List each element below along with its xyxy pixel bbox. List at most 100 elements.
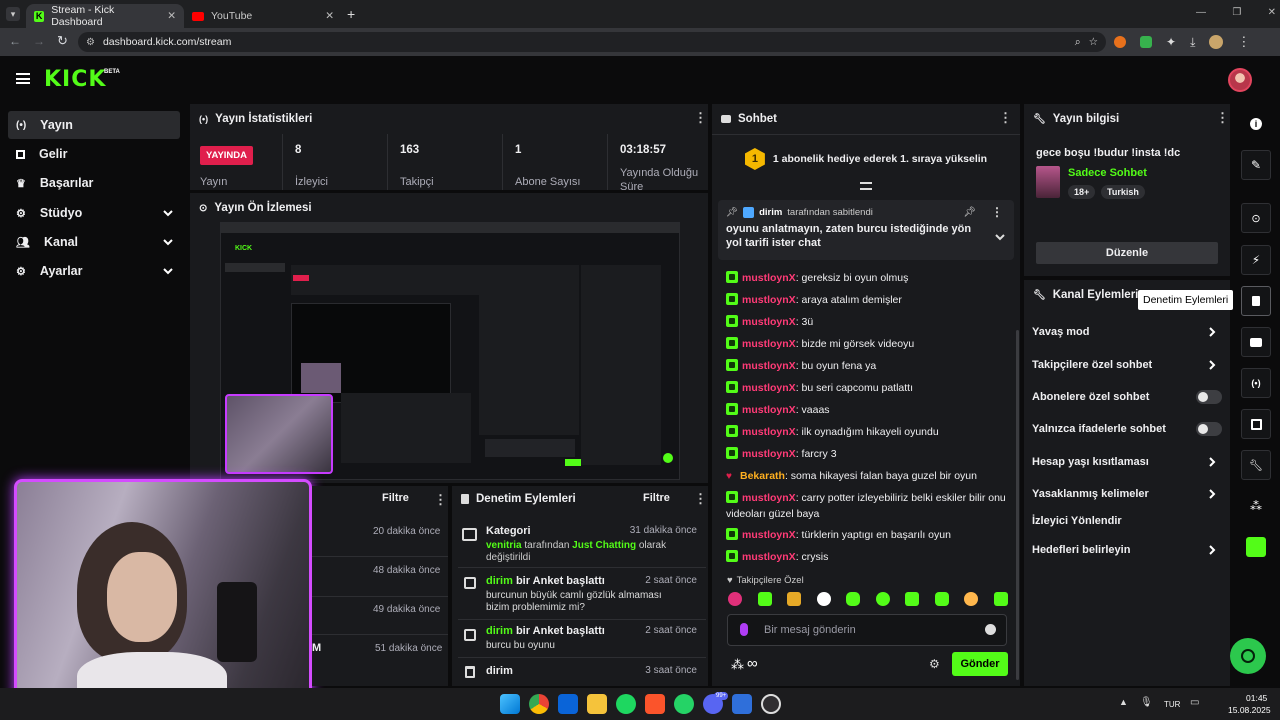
tab-list-button[interactable]: ▾ (6, 7, 20, 21)
emotes-only-toggle[interactable] (1196, 422, 1222, 436)
chat-message[interactable]: mustloynX: 3ü (726, 314, 1006, 330)
chat-input[interactable]: Bir mesaj gönderin (727, 614, 1007, 646)
chat-message[interactable]: mustloynX: carry potter izleyebiliriz be… (726, 490, 1006, 522)
sidebar-item-kanal[interactable]: 👥︎ Kanal (8, 228, 180, 256)
sidebar-item-basarilar[interactable]: ♛ Başarılar (8, 169, 180, 197)
chat-username[interactable]: mustloynX (742, 426, 796, 438)
back-icon[interactable]: ← (9, 34, 21, 48)
taskbar-time[interactable]: 01:45 (1246, 693, 1267, 703)
category-name[interactable]: Sadece Sohbet (1068, 167, 1147, 179)
chat-message[interactable]: ♥ Bekarath: soma hikayesi falan baya guze… (726, 468, 1006, 484)
chat-username[interactable]: mustloynX (742, 551, 796, 563)
channel-action-goals[interactable]: Hedefleri belirleyin (1032, 539, 1222, 561)
emote-icon[interactable] (993, 592, 1008, 606)
new-tab-button[interactable]: + (347, 6, 355, 22)
channel-action-banned-words[interactable]: Yasaklanmış kelimeler (1032, 483, 1222, 505)
extension-orange-icon[interactable] (1114, 36, 1126, 48)
bookmark-star-icon[interactable]: ☆ (1089, 36, 1098, 48)
profile-avatar-icon[interactable] (1209, 35, 1224, 49)
chat-username[interactable]: mustloynX (742, 404, 796, 416)
file-explorer-icon[interactable] (587, 694, 607, 714)
outlook-icon[interactable] (558, 694, 578, 714)
chat-settings-icon[interactable]: ⚙ (929, 657, 940, 671)
category-game-icon[interactable] (1241, 532, 1271, 562)
emote-icon[interactable] (816, 592, 831, 606)
maximize-icon[interactable]: ❐ (1232, 7, 1241, 18)
chat-username[interactable]: mustloynX (742, 294, 796, 306)
moderation-item[interactable]: dirim bir Anket başlattı 2 saat önce bur… (486, 625, 702, 652)
chat-username[interactable]: mustloynX (742, 382, 796, 394)
channel-action-subscribers-only[interactable]: Abonelere özel sohbet (1032, 386, 1222, 408)
more-options-icon[interactable]: ⋮ (991, 205, 1003, 219)
taskbar-date[interactable]: 15.08.2025 (1228, 705, 1271, 715)
emote-quick-bar[interactable] (728, 592, 1008, 608)
chevron-down-icon[interactable] (994, 231, 1006, 243)
emote-icon[interactable] (934, 592, 949, 606)
close-window-icon[interactable]: ✕ (1268, 7, 1276, 18)
minimize-icon[interactable]: — (1196, 7, 1206, 18)
chrome-menu-icon[interactable]: ⋮ (1237, 34, 1250, 50)
filter-button[interactable]: Filtre (382, 492, 409, 504)
close-icon[interactable]: ✕ (325, 10, 334, 22)
chat-username[interactable]: mustloynX (742, 272, 796, 284)
chat-message[interactable]: mustloynX: türklerin yaptıgı en başarılı… (726, 527, 1006, 543)
channel-action-slow-mode[interactable]: Yavaş mod (1032, 321, 1222, 343)
chat-message[interactable]: mustloynX: bu oyun fena ya (726, 358, 1006, 374)
channel-action-followers-only[interactable]: Takipçilere özel sohbet (1032, 354, 1222, 376)
chat-message[interactable]: mustloynX: vaaas (726, 402, 1006, 418)
chat-bubble-icon[interactable] (1241, 327, 1271, 357)
unpin-icon[interactable]: 📌︎ (963, 207, 976, 218)
emoji-picker-icon[interactable] (985, 624, 996, 635)
browser-tab-youtube[interactable]: YouTube ✕ (184, 4, 342, 28)
chat-username[interactable]: mustloynX (742, 316, 796, 328)
emote-icon[interactable] (757, 592, 772, 606)
channel-action-account-age[interactable]: Hesap yaşı kısıtlaması (1032, 451, 1222, 473)
emote-icon[interactable] (964, 592, 979, 606)
chat-username[interactable]: mustloynX (742, 360, 796, 372)
chat-message[interactable]: mustloynX: gereksiz bi oyun olmuş (726, 270, 1006, 286)
network-status-icon[interactable]: ▭ (1190, 697, 1199, 708)
chat-username[interactable]: mustloynX (742, 338, 796, 350)
wrench-icon[interactable]: 🔧︎ (1241, 450, 1271, 480)
chat-message[interactable]: mustloynX: crysis (726, 549, 1006, 565)
channel-action-host[interactable]: İzleyici Yönlendir (1032, 510, 1222, 532)
language-indicator[interactable]: TUR (1164, 700, 1180, 709)
extension-shield-icon[interactable] (1140, 36, 1152, 48)
edit-button[interactable]: Düzenle (1036, 242, 1218, 264)
sidebar-item-ayarlar[interactable]: ⚙ Ayarlar (8, 257, 180, 285)
emote-icon[interactable] (787, 592, 802, 606)
emote-icon[interactable] (846, 592, 861, 606)
user-avatar[interactable] (1228, 68, 1252, 92)
address-bar[interactable]: ⚙ dashboard.kick.com/stream ⌕ ☆ (78, 32, 1106, 52)
tag-chip[interactable]: 18+ (1068, 185, 1096, 199)
lightning-icon[interactable]: ⚡︎ (1241, 245, 1271, 275)
reload-icon[interactable]: ↻ (57, 33, 68, 49)
whatsapp-icon[interactable] (674, 694, 694, 714)
tag-chip[interactable]: Turkish (1101, 185, 1145, 199)
obs-icon[interactable] (761, 694, 781, 714)
extensions-puzzle-icon[interactable]: ✦ (1166, 35, 1176, 49)
brave-icon[interactable] (645, 694, 665, 714)
chat-message[interactable]: mustloynX: farcry 3 (726, 446, 1006, 462)
sidebar-item-gelir[interactable]: Gelir (8, 140, 180, 168)
forward-icon[interactable]: → (33, 34, 45, 48)
emote-icon[interactable] (875, 592, 890, 606)
chat-username[interactable]: mustloynX (742, 448, 796, 460)
hamburger-menu-icon[interactable] (16, 73, 30, 84)
tray-chevron-icon[interactable]: ▲ (1119, 697, 1128, 707)
infinity-icon[interactable]: ∞ (747, 655, 758, 672)
expand-leaderboard-icon[interactable] (860, 182, 872, 190)
moderation-item[interactable]: dirim bir Anket başlattı 2 saat önce bur… (486, 575, 702, 614)
chat-message[interactable]: mustloynX: ilk oynadığım hikayeli oyundu (726, 424, 1006, 440)
support-chat-button[interactable] (1230, 638, 1266, 674)
close-icon[interactable]: ✕ (167, 10, 176, 22)
preview-icon[interactable]: ⊙ (1241, 203, 1271, 233)
chat-scrollbar[interactable] (1016, 330, 1019, 680)
gift-leaderboard-banner[interactable]: 1 1 abonelik hediye ederek 1. sıraya yük… (712, 142, 1020, 176)
moderation-log-icon[interactable] (1241, 286, 1271, 316)
more-options-icon[interactable] (694, 110, 707, 126)
sidebar-item-studyo[interactable]: ⚙ Stüdyo (8, 199, 180, 227)
subscribers-only-toggle[interactable] (1196, 390, 1222, 404)
chat-tools-icon[interactable]: ⁂ (731, 657, 744, 673)
spotify-icon[interactable] (616, 694, 636, 714)
